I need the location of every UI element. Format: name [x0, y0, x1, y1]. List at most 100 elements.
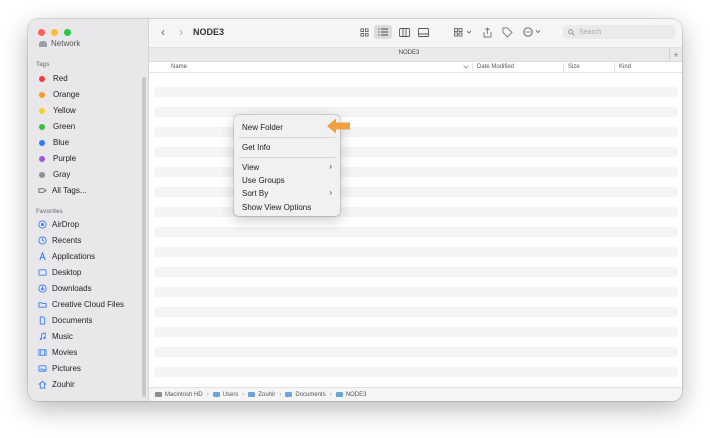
breadcrumb-macintosh-hd[interactable]: Macintosh HD: [155, 392, 203, 398]
chevron-left-icon: ‹: [161, 25, 165, 39]
sidebar-item-creative-cloud-files[interactable]: Creative Cloud Files: [38, 297, 148, 312]
column-header: Name Date Modified Size Kind: [149, 62, 682, 73]
sidebar-item-recents[interactable]: Recents: [38, 233, 148, 248]
sidebar-item-documents[interactable]: Documents: [38, 313, 148, 328]
close-button[interactable]: [38, 29, 45, 36]
column-view-button[interactable]: [397, 25, 411, 39]
breadcrumb-separator-icon: ›: [329, 391, 332, 398]
sidebar-item-tag-orange[interactable]: Orange: [38, 87, 148, 102]
breadcrumb-separator-icon: ›: [206, 391, 209, 398]
list-icon: [378, 28, 388, 36]
list-row-stripe: [154, 147, 678, 157]
folder-icon: [285, 392, 293, 397]
clock-icon: [38, 236, 47, 245]
tag-outline-icon: [38, 186, 47, 195]
sidebar-item-movies[interactable]: Movies: [38, 345, 148, 360]
column-name[interactable]: Name: [171, 63, 187, 71]
sidebar: Network Tags Red Orange Yellow Green Blu…: [28, 19, 149, 401]
breadcrumb-label: Users: [222, 391, 239, 398]
group-icon: [454, 27, 472, 36]
sidebar-item-tag-yellow[interactable]: Yellow: [38, 103, 148, 118]
folder-icon: [212, 392, 220, 397]
grid-icon: [359, 27, 369, 37]
sidebar-item-tag-red[interactable]: Red: [38, 71, 148, 86]
share-icon: [483, 26, 491, 37]
breadcrumb-zouhir[interactable]: Zouhir: [248, 392, 275, 398]
tag-dot-icon: [39, 91, 45, 98]
breadcrumb-users[interactable]: Users: [212, 391, 239, 398]
sort-chevron-icon: [463, 63, 469, 71]
columns-icon: [398, 27, 410, 37]
menu-item-use-groups[interactable]: Use Groups: [242, 174, 336, 186]
list-row-stripe: [154, 287, 678, 297]
music-icon: [38, 332, 47, 341]
sidebar-item-pictures[interactable]: Pictures: [38, 361, 148, 376]
back-button[interactable]: ‹: [158, 25, 168, 39]
menu-item-sort-by[interactable]: Sort By ›: [242, 187, 336, 199]
gallery-view-button[interactable]: [416, 25, 430, 39]
path-bar: Macintosh HD › Users › Zouhir › Document…: [149, 387, 682, 401]
pictures-icon: [38, 364, 47, 373]
sidebar-item-tag-purple[interactable]: Purple: [38, 151, 148, 166]
list-view-button[interactable]: [374, 25, 392, 39]
list-row-stripe: [154, 247, 678, 257]
file-list[interactable]: [154, 87, 678, 397]
sidebar-item-network[interactable]: Network: [39, 39, 80, 48]
sidebar-item-tag-green[interactable]: Green: [38, 119, 148, 134]
sidebar-item-home[interactable]: Zouhir: [38, 377, 148, 392]
breadcrumb-label: Documents: [295, 391, 326, 398]
forward-button[interactable]: ›: [176, 25, 186, 39]
tag-button[interactable]: [501, 25, 513, 39]
search-field[interactable]: Search: [563, 25, 675, 39]
share-button[interactable]: [481, 25, 493, 39]
column-size[interactable]: Size: [568, 63, 580, 71]
action-menu-button[interactable]: [522, 25, 544, 39]
context-menu: New Folder Get Info View › Use Groups So…: [234, 115, 340, 216]
sidebar-item-tag-blue[interactable]: Blue: [38, 135, 148, 150]
menu-item-get-info[interactable]: Get Info: [242, 141, 336, 153]
menu-item-view[interactable]: View ›: [242, 161, 336, 173]
finder-window: Network Tags Red Orange Yellow Green Blu…: [28, 19, 682, 401]
sidebar-item-label: AirDrop: [52, 220, 80, 229]
desktop-icon: [38, 268, 47, 277]
sidebar-item-all-tags[interactable]: All Tags...: [38, 183, 148, 198]
sidebar-item-tag-gray[interactable]: Gray: [38, 167, 148, 182]
list-row-stripe: [154, 187, 678, 197]
minimize-button[interactable]: [51, 29, 58, 36]
list-row-stripe: [154, 307, 678, 317]
menu-item-show-view-options[interactable]: Show View Options: [242, 201, 336, 213]
icon-view-button[interactable]: [358, 25, 370, 39]
sidebar-item-label: Recents: [52, 236, 82, 245]
list-row-stripe: [154, 207, 678, 217]
tag-dot-icon: [39, 155, 45, 162]
menu-separator: [239, 157, 335, 158]
column-kind[interactable]: Kind: [619, 63, 631, 71]
column-date-modified[interactable]: Date Modified: [477, 63, 514, 71]
sidebar-item-music[interactable]: Music: [38, 329, 148, 344]
tag-icon: [502, 27, 513, 38]
breadcrumb-documents[interactable]: Documents: [285, 391, 326, 398]
sidebar-item-label: Orange: [53, 90, 80, 99]
list-row-stripe: [154, 127, 678, 137]
column-divider[interactable]: [563, 63, 564, 71]
breadcrumb-label: NODE3: [345, 391, 367, 398]
column-divider[interactable]: [614, 63, 615, 71]
tab-node3[interactable]: NODE3: [149, 50, 669, 56]
menu-item-new-folder[interactable]: New Folder: [242, 121, 336, 133]
breadcrumb-node3[interactable]: NODE3: [335, 391, 367, 398]
sidebar-item-desktop[interactable]: Desktop: [38, 265, 148, 280]
sidebar-item-airdrop[interactable]: AirDrop: [38, 217, 148, 232]
new-tab-button[interactable]: +: [669, 48, 682, 61]
breadcrumb-separator-icon: ›: [279, 391, 282, 398]
download-icon: [38, 284, 47, 293]
zoom-button[interactable]: [64, 29, 71, 36]
plus-icon: +: [673, 49, 679, 60]
group-by-button[interactable]: [453, 25, 475, 39]
column-divider[interactable]: [472, 63, 473, 71]
sidebar-scrollbar[interactable]: [142, 77, 146, 397]
sidebar-item-downloads[interactable]: Downloads: [38, 281, 148, 296]
list-row-stripe: [154, 87, 678, 97]
annotation-arrow-icon: [327, 118, 350, 134]
window-title: NODE3: [193, 27, 225, 37]
sidebar-item-applications[interactable]: Applications: [38, 249, 148, 264]
